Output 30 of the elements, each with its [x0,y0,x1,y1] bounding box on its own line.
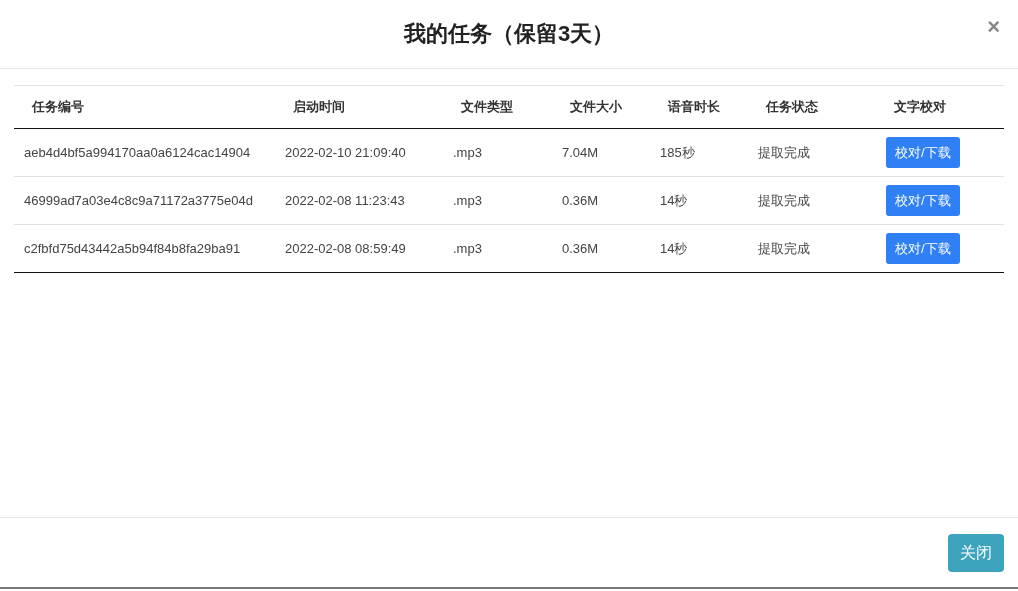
table-cell: .mp3 [453,240,482,256]
table-cell: 提取完成 [758,192,810,208]
table-cell: .mp3 [453,192,482,208]
table-cell: 14秒 [660,192,688,208]
table-cell: 46999ad7a03e4c8c9a71172a3775e04d [24,192,253,208]
proofread-download-button[interactable]: 校对/下载 [886,184,960,217]
column-header: 任务状态 [766,99,818,115]
column-header: 文件大小 [570,99,622,115]
table-cell: 提取完成 [758,144,810,160]
table-cell: 7.04M [562,144,599,160]
table-cell: 提取完成 [758,240,810,256]
table-cell: 2022-02-08 11:23:43 [285,192,405,208]
column-header: 文字校对 [894,99,946,115]
proofread-download-button[interactable]: 校对/下载 [886,136,960,169]
table-cell: 0.36M [562,192,599,208]
table-cell: c2fbfd75d43442a5b94f84b8fa29ba91 [24,240,241,256]
column-header: 文件类型 [461,99,513,115]
table-cell: 14秒 [660,240,688,256]
table-cell: .mp3 [453,144,482,160]
table-cell: 0.36M [562,240,599,256]
column-header: 启动时间 [293,99,345,115]
proofread-download-button[interactable]: 校对/下载 [886,232,960,265]
table-cell: 185秒 [660,144,695,160]
column-header: 任务编号 [32,99,84,115]
column-header: 语音时长 [668,99,720,115]
close-button[interactable]: 关闭 [948,533,1004,572]
table-cell: 2022-02-08 08:59:49 [285,240,406,256]
table-cell: 2022-02-10 21:09:40 [285,144,406,160]
table-cell: aeb4d4bf5a994170aa0a6124cac14904 [24,144,251,160]
dialog-title: 我的任务（保留3天） [403,20,615,48]
